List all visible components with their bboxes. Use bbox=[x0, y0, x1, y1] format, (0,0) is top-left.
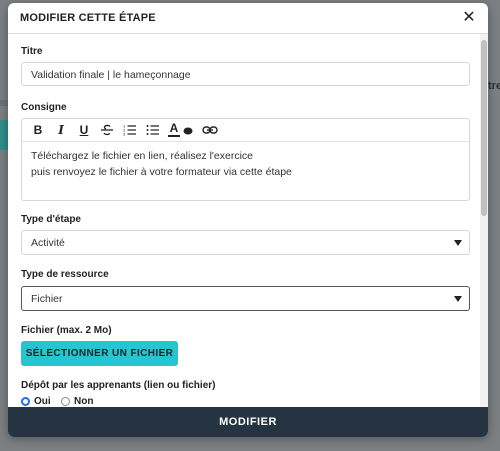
title-input[interactable]: Validation finale | le hameçonnage bbox=[21, 62, 470, 86]
strikethrough-icon[interactable] bbox=[100, 122, 114, 138]
text-color-icon[interactable]: A bbox=[168, 122, 180, 137]
background-text: tre bbox=[488, 80, 500, 92]
file-label: Fichier (max. 2 Mo) bbox=[21, 325, 112, 336]
radio-oui-label[interactable]: Oui bbox=[34, 396, 51, 407]
select-file-button[interactable]: SÉLECTIONNER UN FICHIER bbox=[21, 341, 178, 366]
editor-toolbar: B I U 1 2 3 A bbox=[22, 119, 469, 142]
resource-type-label: Type de ressource bbox=[21, 269, 109, 280]
resource-type-select[interactable]: Fichier bbox=[21, 286, 470, 311]
caret-down-icon bbox=[454, 240, 462, 246]
instruction-line: puis renvoyez le fichier à votre formate… bbox=[31, 165, 292, 178]
edit-step-modal: MODIFIER CETTE ÉTAPE ✕ Titre Validation … bbox=[8, 3, 488, 437]
radio-non-label[interactable]: Non bbox=[74, 396, 93, 407]
svg-text:3: 3 bbox=[123, 132, 126, 137]
ordered-list-icon[interactable]: 1 2 3 bbox=[123, 122, 137, 138]
radio-oui[interactable] bbox=[21, 397, 30, 406]
title-label: Titre bbox=[21, 46, 43, 57]
instruction-editor[interactable]: B I U 1 2 3 A Téléchargez le fichier en … bbox=[21, 118, 470, 201]
close-icon[interactable]: ✕ bbox=[460, 9, 478, 27]
italic-icon[interactable]: I bbox=[55, 122, 67, 138]
step-type-value: Activité bbox=[31, 237, 65, 249]
instruction-label: Consigne bbox=[21, 102, 67, 113]
step-type-label: Type d'étape bbox=[21, 214, 81, 225]
submit-button[interactable]: MODIFIER bbox=[8, 407, 488, 437]
modal-header: MODIFIER CETTE ÉTAPE ✕ bbox=[8, 3, 488, 34]
modal-title: MODIFIER CETTE ÉTAPE bbox=[20, 12, 156, 24]
deposit-label: Dépôt par les apprenants (lien ou fichie… bbox=[21, 380, 216, 391]
instruction-text[interactable]: Téléchargez le fichier en lien, réalisez… bbox=[31, 149, 292, 180]
instruction-line: Téléchargez le fichier en lien, réalisez… bbox=[31, 150, 254, 162]
bullet-list-icon[interactable] bbox=[146, 122, 160, 138]
step-type-select[interactable]: Activité bbox=[21, 230, 470, 255]
underline-icon[interactable]: U bbox=[78, 122, 90, 138]
radio-non[interactable] bbox=[61, 397, 70, 406]
highlight-icon[interactable] bbox=[182, 122, 194, 138]
caret-down-icon bbox=[454, 296, 462, 302]
resource-type-value: Fichier bbox=[31, 293, 63, 305]
bold-icon[interactable]: B bbox=[32, 122, 44, 138]
link-icon[interactable] bbox=[202, 122, 218, 138]
modal-body: Titre Validation finale | le hameçonnage… bbox=[8, 34, 488, 407]
